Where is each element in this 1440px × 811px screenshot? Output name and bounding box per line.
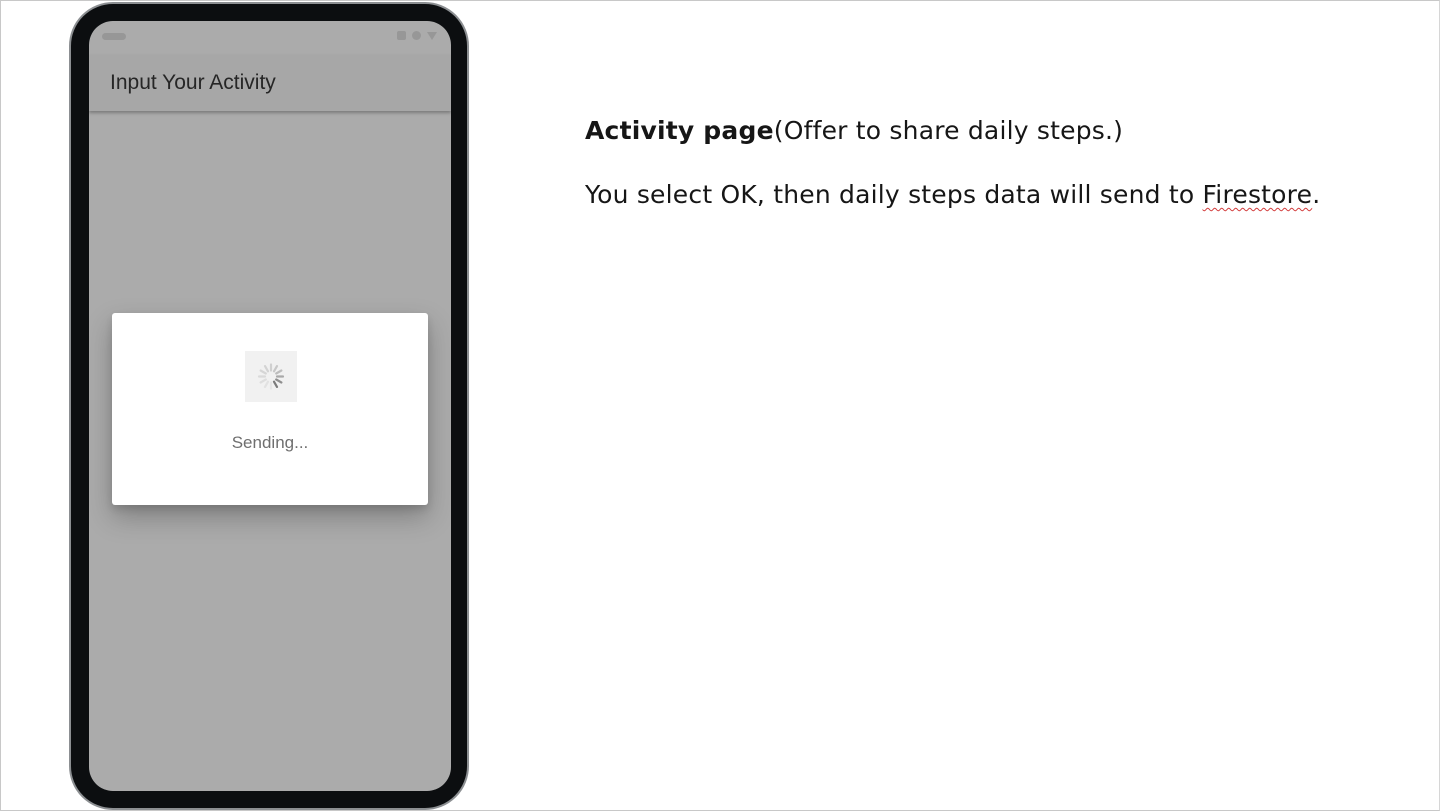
phone-mockup: Input Your Activity Sending...	[69, 2, 469, 810]
body-prefix: You select OK, then daily steps data wil…	[585, 180, 1203, 209]
status-bar	[89, 21, 451, 55]
description-block: Activity page(Offer to share daily steps…	[585, 113, 1320, 213]
loading-spinner-icon	[245, 351, 297, 402]
app-bar: Input Your Activity	[89, 55, 451, 111]
description-body: You select OK, then daily steps data wil…	[585, 177, 1320, 213]
app-bar-title: Input Your Activity	[110, 71, 276, 94]
status-icons	[397, 31, 437, 40]
heading-bold: Activity page	[585, 116, 774, 145]
phone-screen: Input Your Activity Sending...	[89, 21, 451, 791]
heading-rest: (Offer to share daily steps.)	[773, 116, 1124, 145]
circle-icon	[412, 31, 421, 40]
sending-dialog: Sending...	[112, 313, 428, 505]
dialog-status-text: Sending...	[231, 433, 309, 452]
body-suffix: .	[1312, 180, 1321, 209]
triangle-icon	[427, 31, 437, 40]
status-pill-icon	[102, 33, 126, 40]
firestore-word: Firestore	[1202, 180, 1313, 209]
square-icon	[397, 31, 406, 40]
description-heading: Activity page(Offer to share daily steps…	[585, 113, 1320, 149]
